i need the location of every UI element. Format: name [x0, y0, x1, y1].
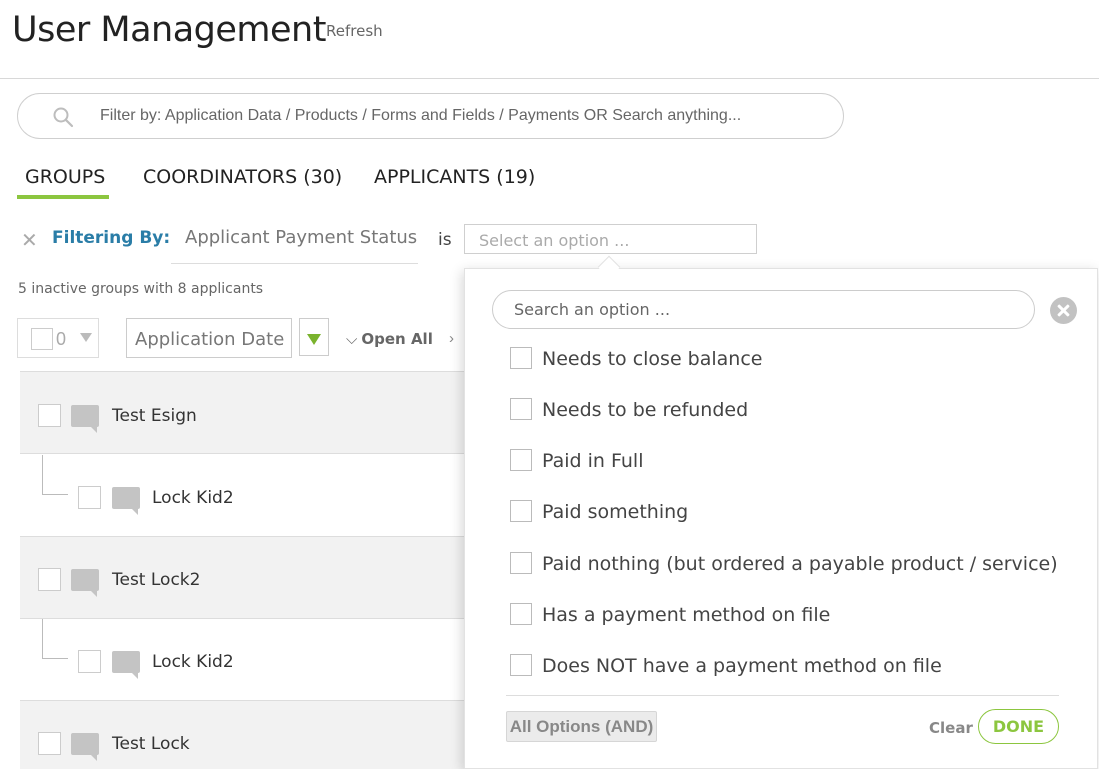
tree-connector	[42, 619, 68, 659]
clear-button[interactable]: Clear	[929, 719, 973, 737]
active-tab-indicator	[17, 195, 109, 199]
option-checkbox[interactable]	[510, 398, 532, 420]
option-label: Does NOT have a payment method on file	[542, 655, 942, 677]
applicant-row[interactable]: Lock Kid2	[20, 619, 470, 701]
select-all-checkbox[interactable]	[31, 328, 53, 350]
row-checkbox[interactable]	[78, 486, 101, 509]
filter-value-select[interactable]: Select an option ...	[464, 224, 757, 254]
row-checkbox[interactable]	[38, 568, 61, 591]
tab-coordinators[interactable]: COORDINATORS (30)	[143, 166, 342, 188]
search-input[interactable]	[100, 104, 820, 128]
comment-icon[interactable]	[112, 651, 140, 679]
selected-count: 0	[56, 329, 67, 349]
tab-groups[interactable]: GROUPS	[25, 166, 105, 188]
option-checkbox[interactable]	[510, 500, 532, 522]
row-checkbox[interactable]	[38, 732, 61, 755]
option-label: Has a payment method on file	[542, 604, 831, 626]
applicant-row[interactable]: Lock Kid2	[20, 455, 470, 537]
chevron-right-icon[interactable]: ›	[449, 330, 454, 347]
filter-field-select[interactable]: Applicant Payment Status	[171, 220, 418, 264]
comment-icon[interactable]	[71, 569, 99, 597]
filter-operator: is	[438, 230, 452, 250]
group-name[interactable]: Test Lock	[112, 734, 190, 754]
match-mode-button[interactable]: All Options (AND)	[506, 711, 657, 742]
option-label: Needs to be refunded	[542, 399, 749, 421]
comment-icon[interactable]	[71, 733, 99, 761]
option-checkbox[interactable]	[510, 449, 532, 471]
clear-search-icon[interactable]	[1050, 297, 1077, 324]
option-checkbox[interactable]	[510, 552, 532, 574]
group-summary: 5 inactive groups with 8 applicants	[18, 281, 264, 297]
open-all-label: Open All	[361, 330, 433, 348]
bulk-select-dropdown[interactable]: 0	[17, 318, 99, 358]
group-row[interactable]: Test Lock	[20, 701, 470, 769]
search-icon	[53, 107, 74, 128]
done-button[interactable]: DONE	[978, 709, 1059, 744]
sort-field-select[interactable]: Application Date	[126, 318, 292, 358]
option-checkbox[interactable]	[510, 654, 532, 676]
row-checkbox[interactable]	[78, 650, 101, 673]
group-name[interactable]: Test Esign	[112, 406, 197, 426]
open-all-button[interactable]: ⌵ Open All	[346, 330, 433, 348]
row-checkbox[interactable]	[38, 404, 61, 427]
header-divider	[0, 78, 1099, 79]
applicant-name[interactable]: Lock Kid2	[152, 652, 234, 672]
tab-applicants[interactable]: APPLICANTS (19)	[374, 166, 535, 188]
group-row[interactable]: Test Esign	[20, 372, 470, 454]
option-label: Paid in Full	[542, 450, 644, 472]
comment-icon[interactable]	[71, 405, 99, 433]
tree-connector	[42, 455, 68, 495]
option-search-input[interactable]	[492, 290, 1035, 329]
option-dropdown-panel: Needs to close balance Needs to be refun…	[464, 268, 1098, 769]
group-name[interactable]: Test Lock2	[112, 570, 200, 590]
option-checkbox[interactable]	[510, 603, 532, 625]
option-checkbox[interactable]	[510, 347, 532, 369]
page-title: User Management	[12, 10, 326, 50]
triangle-down-icon	[307, 334, 321, 345]
refresh-link[interactable]: Refresh	[326, 22, 383, 40]
option-label: Needs to close balance	[542, 348, 763, 370]
caret-down-icon	[80, 333, 92, 342]
applicant-name[interactable]: Lock Kid2	[152, 488, 234, 508]
comment-icon[interactable]	[112, 487, 140, 515]
remove-filter-icon[interactable]: ✕	[21, 228, 38, 253]
chevron-down-icon: ⌵	[346, 330, 358, 348]
option-label: Paid something	[542, 501, 689, 523]
group-row[interactable]: Test Lock2	[20, 537, 470, 619]
option-label: Paid nothing (but ordered a payable prod…	[542, 553, 1058, 575]
global-search-bar[interactable]	[17, 93, 844, 139]
panel-divider	[506, 695, 1059, 696]
sort-direction-button[interactable]	[299, 318, 329, 356]
filter-label: Filtering By:	[52, 228, 171, 248]
